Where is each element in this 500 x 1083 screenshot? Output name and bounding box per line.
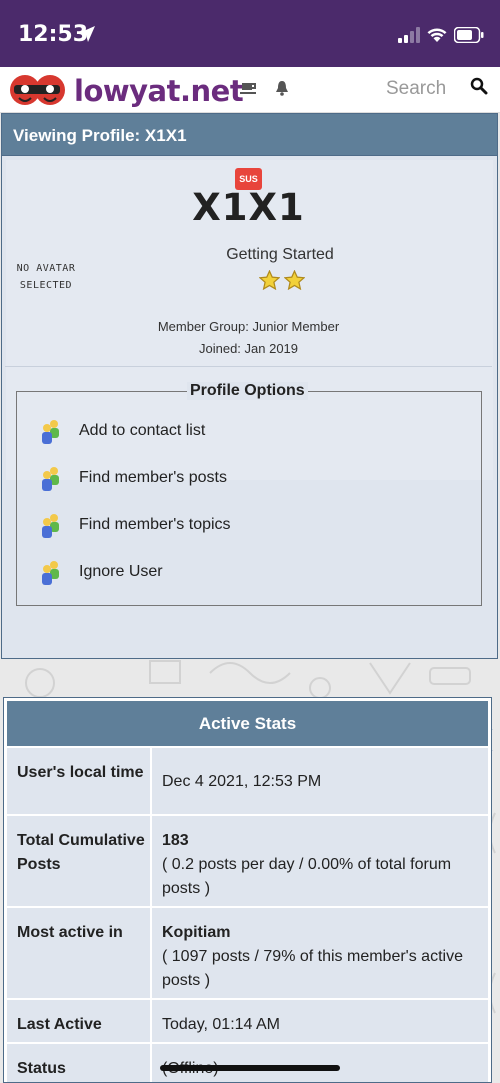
stat-value-text: ( 0.2 posts per day / 0.00% of total for… (162, 856, 452, 897)
battery-icon (454, 27, 484, 43)
members-icon (42, 420, 59, 444)
stat-value: (Offline) (154, 1044, 488, 1081)
avatar-placeholder-line: NO AVATAR (16, 263, 76, 274)
avatar-placeholder-line: SELECTED (19, 280, 73, 291)
home-indicator[interactable] (160, 1065, 340, 1071)
status-bar: 12:53 (0, 0, 500, 67)
option-label: Find member's topics (79, 516, 231, 533)
profile-username: X1X1 (192, 186, 305, 229)
stat-value: Kopitiam ( 1097 posts / 79% of this memb… (154, 908, 488, 993)
location-arrow-icon (79, 26, 95, 42)
search-input[interactable]: Search (386, 78, 446, 100)
table-row: Total Cumulative Posts 183 ( 0.2 posts p… (7, 816, 488, 908)
option-label: Ignore User (79, 563, 163, 580)
stat-key: Total Cumulative Posts (7, 816, 152, 906)
coffee-cup-icon[interactable] (240, 80, 258, 96)
rank-stars (258, 269, 306, 295)
profile-options: Profile Options Add to contact list Find… (16, 382, 482, 606)
member-rank: Getting Started (226, 246, 334, 263)
members-icon (42, 514, 59, 538)
divider (5, 366, 492, 367)
star-icon (258, 269, 281, 291)
active-stats-panel: Active Stats User's local time Dec 4 202… (3, 697, 492, 1083)
active-stats-title: Active Stats (7, 701, 488, 746)
stat-key: Status (7, 1044, 152, 1082)
member-group: Member Group: Junior Member (157, 319, 340, 334)
site-header: lowyat.net Search (0, 67, 500, 113)
site-logo[interactable]: lowyat.net (8, 71, 244, 109)
stat-value-bold: 183 (162, 832, 189, 849)
stat-value-text: Dec 4 2021, 12:53 PM (162, 773, 322, 790)
stat-value-text: ( 1097 posts / 79% of this member's acti… (162, 948, 463, 989)
cellular-signal-icon (398, 27, 420, 43)
stat-value: Today, 01:14 AM (154, 1000, 488, 1037)
stat-key: User's local time (7, 748, 152, 814)
logo-mascot-icon (10, 75, 65, 105)
wifi-icon (427, 28, 447, 42)
bell-icon[interactable] (275, 80, 289, 96)
star-icon (283, 269, 306, 291)
stat-key: Most active in (7, 908, 152, 998)
active-stats-table: User's local time Dec 4 2021, 12:53 PM T… (7, 748, 488, 1082)
search-icon[interactable] (470, 77, 488, 95)
most-active-forum-link[interactable]: Kopitiam (162, 924, 230, 941)
table-row: User's local time Dec 4 2021, 12:53 PM (7, 748, 488, 816)
members-icon (42, 467, 59, 491)
logo-text: lowyat.net (74, 74, 244, 108)
joined-date: Joined: Jan 2019 (198, 341, 299, 356)
table-row: Last Active Today, 01:14 AM (7, 1000, 488, 1044)
stat-value: 183 ( 0.2 posts per day / 0.00% of total… (154, 816, 488, 901)
members-icon (42, 561, 59, 585)
table-row: Most active in Kopitiam ( 1097 posts / 7… (7, 908, 488, 1000)
option-label: Find member's posts (79, 469, 227, 486)
table-row: Status (Offline) (7, 1044, 488, 1082)
stat-value: Dec 4 2021, 12:53 PM (154, 748, 488, 794)
profile-panel-title: Viewing Profile: X1X1 (2, 114, 497, 156)
option-label: Add to contact list (79, 422, 206, 439)
stat-key: Last Active (7, 1000, 152, 1042)
profile-options-legend: Profile Options (187, 382, 308, 400)
stat-value-text: Today, 01:14 AM (162, 1016, 280, 1033)
avatar-placeholder: NO AVATAR SELECTED (12, 260, 80, 294)
